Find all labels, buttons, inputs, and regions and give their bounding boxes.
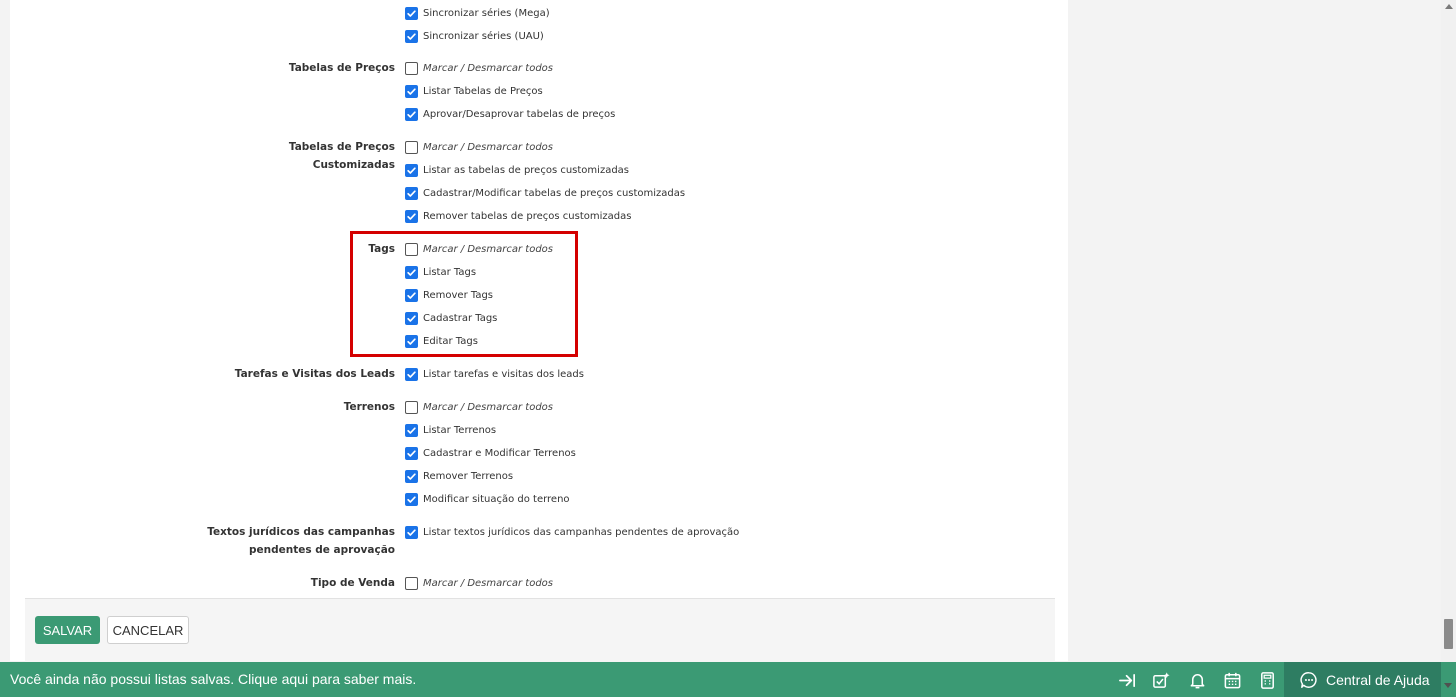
checkbox-checked[interactable] — [405, 525, 418, 539]
saved-lists-message[interactable]: Você ainda não possui listas salvas. Cli… — [10, 662, 416, 697]
toggle-all-row[interactable]: Marcar / Desmarcar todos — [405, 140, 553, 154]
permission-row[interactable]: Remover tabelas de preços customizadas — [405, 209, 631, 223]
checkbox-checked[interactable] — [405, 163, 418, 177]
scroll-up-arrow-icon[interactable] — [1445, 4, 1453, 9]
permission-row[interactable]: Sincronizar séries (UAU) — [405, 29, 544, 43]
permission-label[interactable]: Listar textos jurídicos das campanhas pe… — [423, 527, 739, 538]
permission-row[interactable]: Cadastrar/Modificar tabelas de preços cu… — [405, 186, 685, 200]
checkbox-checked[interactable] — [405, 446, 418, 460]
group-label: Tabelas de Preços — [288, 62, 395, 74]
group-label-line: Textos jurídicos das campanhas — [207, 526, 395, 538]
permission-label[interactable]: Listar tarefas e visitas dos leads — [423, 369, 584, 380]
permission-label[interactable]: Remover tabelas de preços customizadas — [423, 211, 631, 222]
group-label: Textos jurídicos das campanhas pendentes … — [135, 523, 395, 559]
permission-label[interactable]: Marcar / Desmarcar todos — [423, 578, 553, 589]
checkbox-checked[interactable] — [405, 492, 418, 506]
bell-icon[interactable] — [1187, 670, 1207, 690]
toggle-all-row[interactable]: Marcar / Desmarcar todos — [405, 576, 553, 590]
checkbox-checked[interactable] — [405, 469, 418, 483]
permission-row[interactable]: Listar tarefas e visitas dos leads — [405, 367, 584, 381]
permission-label[interactable]: Modificar situação do terreno — [423, 494, 570, 505]
permission-row[interactable]: Listar Tabelas de Preços — [405, 84, 543, 98]
checkbox-checked[interactable] — [405, 367, 418, 381]
checkbox-unchecked[interactable] — [405, 400, 418, 414]
scroll-down-arrow-icon[interactable] — [1444, 683, 1452, 688]
permission-label[interactable]: Cadastrar/Modificar tabelas de preços cu… — [423, 188, 685, 199]
permission-label[interactable]: Marcar / Desmarcar todos — [423, 402, 553, 413]
checkbox-checked[interactable] — [405, 29, 418, 43]
group-label: Tarefas e Visitas dos Leads — [234, 368, 395, 380]
group-label: Terrenos — [343, 401, 395, 413]
permission-label[interactable]: Aprovar/Desaprovar tabelas de preços — [423, 109, 615, 120]
permission-row[interactable]: Listar Terrenos — [405, 423, 496, 437]
group-label-line: pendentes de aprovação — [248, 544, 395, 556]
checkbox-checked[interactable] — [405, 423, 418, 437]
permission-row[interactable]: Modificar situação do terreno — [405, 492, 570, 506]
collapse-arrow-icon[interactable] — [1117, 670, 1137, 690]
checkbox-checked[interactable] — [405, 186, 418, 200]
toggle-all-row[interactable]: Marcar / Desmarcar todos — [405, 400, 553, 414]
group-label-line: Tabelas de Preços — [288, 141, 395, 153]
permission-label[interactable]: Remover Terrenos — [423, 471, 513, 482]
calculator-icon[interactable] — [1257, 670, 1277, 690]
permission-row[interactable]: Aprovar/Desaprovar tabelas de preços — [405, 107, 615, 121]
save-button[interactable]: SALVAR — [35, 616, 100, 644]
checkbox-checked[interactable] — [405, 84, 418, 98]
permission-row[interactable]: Remover Terrenos — [405, 469, 513, 483]
toggle-all-row[interactable]: Marcar / Desmarcar todos — [405, 61, 553, 75]
group-label: Tipo de Venda — [310, 577, 395, 589]
vertical-scrollbar[interactable] — [1441, 0, 1456, 662]
cancel-button[interactable]: CANCELAR — [107, 616, 189, 644]
new-task-icon[interactable] — [1151, 670, 1171, 690]
permission-label[interactable]: Sincronizar séries (UAU) — [423, 31, 544, 42]
help-center-button[interactable]: Central de Ajuda — [1284, 662, 1441, 697]
permission-label[interactable]: Marcar / Desmarcar todos — [423, 63, 553, 74]
checkbox-checked[interactable] — [405, 107, 418, 121]
calendar-icon[interactable] — [1222, 670, 1242, 690]
group-label: Tabelas de Preços Customizadas — [135, 138, 395, 174]
checkbox-unchecked[interactable] — [405, 140, 418, 154]
permission-row[interactable]: Listar as tabelas de preços customizadas — [405, 163, 629, 177]
permission-label[interactable]: Listar Terrenos — [423, 425, 496, 436]
permission-row[interactable]: Listar textos jurídicos das campanhas pe… — [405, 525, 739, 539]
permission-row[interactable]: Sincronizar séries (Mega) — [405, 6, 550, 20]
permission-label[interactable]: Cadastrar e Modificar Terrenos — [423, 448, 576, 459]
permission-label[interactable]: Listar Tabelas de Preços — [423, 86, 543, 97]
checkbox-unchecked[interactable] — [405, 61, 418, 75]
footer-bar: Você ainda não possui listas salvas. Cli… — [0, 662, 1456, 697]
group-label-line: Customizadas — [312, 159, 395, 171]
checkbox-checked[interactable] — [405, 6, 418, 20]
checkbox-checked[interactable] — [405, 209, 418, 223]
chat-bubble-icon — [1300, 671, 1318, 689]
permission-row[interactable]: Cadastrar e Modificar Terrenos — [405, 446, 576, 460]
checkbox-unchecked[interactable] — [405, 576, 418, 590]
permission-label[interactable]: Sincronizar séries (Mega) — [423, 8, 550, 19]
help-center-label: Central de Ajuda — [1326, 671, 1430, 688]
permission-label[interactable]: Listar as tabelas de preços customizadas — [423, 165, 629, 176]
tags-highlight-box — [350, 231, 578, 357]
scroll-thumb[interactable] — [1444, 619, 1453, 649]
permission-label[interactable]: Marcar / Desmarcar todos — [423, 142, 553, 153]
